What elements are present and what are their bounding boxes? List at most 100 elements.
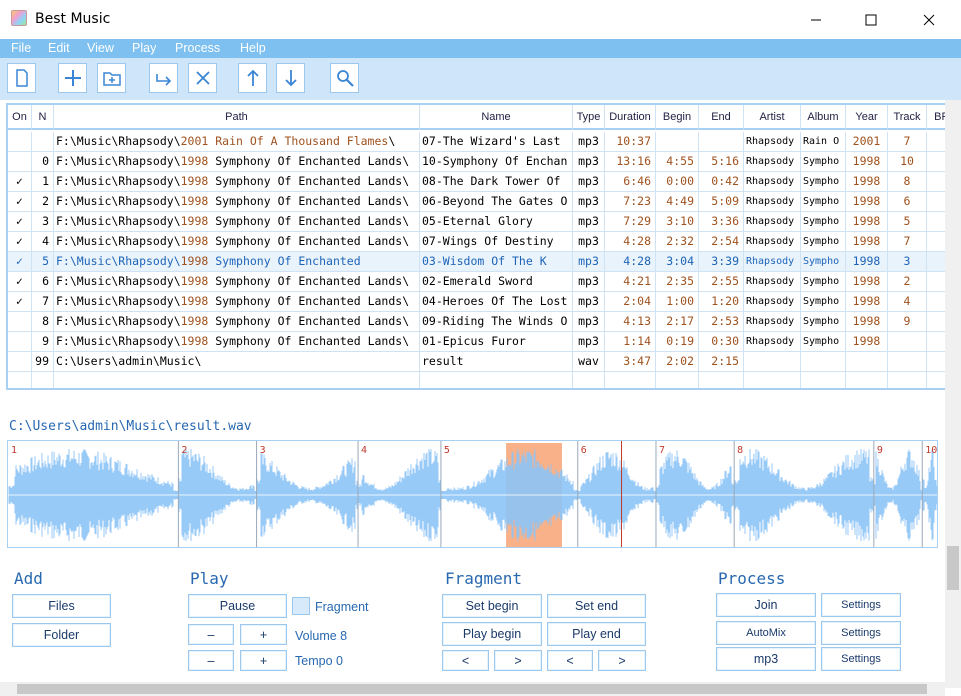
waveform-canvas[interactable]: 1 2 3 4 5 6 7 8 9 10 bbox=[8, 441, 938, 548]
column-header-path[interactable]: Path bbox=[54, 105, 420, 130]
menu-help[interactable]: Help bbox=[240, 41, 266, 55]
add-button[interactable] bbox=[58, 63, 87, 93]
search-button[interactable] bbox=[330, 63, 359, 93]
cell-type: mp3 bbox=[573, 232, 605, 252]
menu-view[interactable]: View bbox=[87, 41, 114, 55]
cell-album: Sympho bbox=[801, 212, 846, 232]
table-row[interactable]: ✓ 1 F:\Music\Rhapsody\1998 Symphony Of Enc… bbox=[8, 172, 952, 192]
table-row[interactable]: ✓ 5 F:\Music\Rhapsody\1998 Symphony Of Enc… bbox=[8, 252, 952, 272]
set-begin-button[interactable]: Set begin bbox=[442, 594, 542, 618]
move-button[interactable] bbox=[149, 63, 178, 93]
column-header-name[interactable]: Name bbox=[420, 105, 573, 130]
cell-album: Sympho bbox=[801, 312, 846, 332]
cell-path: F:\Music\Rhapsody\1998 Symphony Of Encha… bbox=[54, 292, 420, 312]
cell-year: 2001 bbox=[846, 132, 888, 152]
add-folder-section-button[interactable]: Folder bbox=[12, 623, 111, 647]
column-header-track[interactable]: Track bbox=[888, 105, 927, 130]
tempo-down-button[interactable]: – bbox=[188, 650, 234, 671]
path-folder-year: 2001 Rain Of A Thousand Flames bbox=[180, 134, 389, 148]
cell-duration: 4:28 bbox=[605, 232, 656, 252]
play-begin-button[interactable]: Play begin bbox=[442, 622, 542, 646]
cell-track: 8 bbox=[888, 172, 927, 192]
automix-button[interactable]: AutoMix bbox=[716, 621, 816, 645]
column-header-n[interactable]: N bbox=[32, 105, 54, 130]
cell-n bbox=[32, 132, 54, 152]
maximize-button[interactable] bbox=[842, 0, 900, 39]
cell-begin: 2:02 bbox=[656, 352, 699, 372]
column-header-album[interactable]: Album bbox=[801, 105, 846, 130]
cell-album: Sympho bbox=[801, 192, 846, 212]
menu-file[interactable]: File bbox=[11, 41, 31, 55]
segment-label: 4 bbox=[361, 445, 367, 456]
table-row[interactable]: ✓ 2 F:\Music\Rhapsody\1998 Symphony Of Enc… bbox=[8, 192, 952, 212]
end-prev-button[interactable]: < bbox=[547, 650, 593, 671]
move-down-button[interactable] bbox=[276, 63, 305, 93]
automix-settings-button[interactable]: Settings bbox=[821, 621, 901, 645]
cell-end: 2:55 bbox=[699, 272, 744, 292]
fragment-checkbox[interactable] bbox=[292, 597, 310, 615]
cell-duration: 2:04 bbox=[605, 292, 656, 312]
cell-duration: 13:16 bbox=[605, 152, 656, 172]
tempo-up-button[interactable]: + bbox=[240, 650, 287, 671]
close-button[interactable] bbox=[900, 0, 958, 39]
play-end-button[interactable]: Play end bbox=[547, 622, 646, 646]
path-root: F:\Music\Rhapsody\ bbox=[56, 214, 181, 228]
pause-button[interactable]: Pause bbox=[188, 594, 287, 618]
menu-play[interactable]: Play bbox=[132, 41, 156, 55]
cell-artist: Rhapsody bbox=[744, 192, 801, 212]
table-row[interactable]: ✓ 3 F:\Music\Rhapsody\1998 Symphony Of Enc… bbox=[8, 212, 952, 232]
horizontal-scrollbar[interactable] bbox=[0, 682, 945, 696]
cell-on bbox=[8, 132, 32, 152]
empty-cell bbox=[699, 372, 744, 388]
cell-year bbox=[846, 352, 888, 372]
begin-next-button[interactable]: > bbox=[494, 650, 542, 671]
vertical-scroll-thumb[interactable] bbox=[947, 546, 959, 590]
cell-track bbox=[888, 352, 927, 372]
path-root: F:\Music\Rhapsody\ bbox=[56, 294, 181, 308]
minimize-button[interactable] bbox=[787, 0, 845, 39]
vertical-scrollbar[interactable] bbox=[945, 100, 961, 688]
track-grid[interactable]: On N Path Name Type Duration Begin End Artist Alb… bbox=[6, 103, 954, 390]
volume-down-button[interactable]: – bbox=[188, 624, 234, 645]
segment-label: 2 bbox=[181, 445, 187, 456]
mp3-settings-button[interactable]: Settings bbox=[821, 647, 901, 671]
path-folder-tail: Symphony Of Enchanted Lands\ bbox=[208, 274, 410, 288]
new-button[interactable] bbox=[7, 63, 36, 93]
cell-n: 5 bbox=[32, 252, 54, 272]
add-folder-button[interactable] bbox=[97, 63, 126, 93]
cell-n: 1 bbox=[32, 172, 54, 192]
move-icon bbox=[155, 74, 171, 86]
delete-button[interactable] bbox=[188, 63, 217, 93]
table-row[interactable]: 8 F:\Music\Rhapsody\1998 Symphony Of Ench… bbox=[8, 312, 952, 332]
join-settings-button[interactable]: Settings bbox=[821, 593, 901, 617]
menu-process[interactable]: Process bbox=[175, 41, 220, 55]
volume-up-button[interactable]: + bbox=[240, 624, 287, 645]
move-up-button[interactable] bbox=[238, 63, 267, 93]
add-files-button[interactable]: Files bbox=[12, 594, 111, 618]
column-header-type[interactable]: Type bbox=[573, 105, 605, 130]
table-row[interactable]: 9 F:\Music\Rhapsody\1998 Symphony Of Ench… bbox=[8, 332, 952, 352]
column-header-begin[interactable]: Begin bbox=[656, 105, 699, 130]
cell-end: 0:42 bbox=[699, 172, 744, 192]
end-next-button[interactable]: > bbox=[598, 650, 646, 671]
table-row[interactable]: ✓ 7 F:\Music\Rhapsody\1998 Symphony Of Enc… bbox=[8, 292, 952, 312]
table-row[interactable]: 0 F:\Music\Rhapsody\1998 Symphony Of Ench… bbox=[8, 152, 952, 172]
column-header-year[interactable]: Year bbox=[846, 105, 888, 130]
column-header-duration[interactable]: Duration bbox=[605, 105, 656, 130]
column-header-on[interactable]: On bbox=[8, 105, 32, 130]
column-header-end[interactable]: End bbox=[699, 105, 744, 130]
table-row[interactable]: 99 C:\Users\admin\Music\ result wav 3:47 2:02… bbox=[8, 352, 952, 372]
column-header-artist[interactable]: Artist bbox=[744, 105, 801, 130]
menu-edit[interactable]: Edit bbox=[48, 41, 70, 55]
join-button[interactable]: Join bbox=[716, 593, 816, 617]
table-row[interactable]: F:\Music\Rhapsody\2001 Rain Of A Thousan… bbox=[8, 132, 952, 152]
cell-type: mp3 bbox=[573, 292, 605, 312]
set-end-button[interactable]: Set end bbox=[547, 594, 646, 618]
table-row[interactable]: ✓ 4 F:\Music\Rhapsody\1998 Symphony Of Enc… bbox=[8, 232, 952, 252]
cell-duration: 4:13 bbox=[605, 312, 656, 332]
mp3-button[interactable]: mp3 bbox=[716, 647, 816, 671]
table-row[interactable]: ✓ 6 F:\Music\Rhapsody\1998 Symphony Of Enc… bbox=[8, 272, 952, 292]
horizontal-scroll-thumb[interactable] bbox=[17, 684, 927, 694]
begin-prev-button[interactable]: < bbox=[442, 650, 489, 671]
waveform-view[interactable]: 1 2 3 4 5 6 7 8 9 10 bbox=[7, 440, 938, 548]
